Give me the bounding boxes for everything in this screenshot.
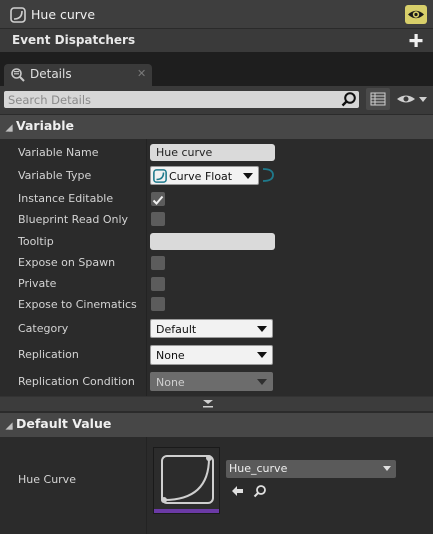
variable-type-dropdown[interactable]: Curve Float	[150, 166, 259, 185]
find-icon[interactable]	[253, 484, 267, 498]
section-default-value-header[interactable]: Default Value	[0, 413, 433, 437]
category-value: Default	[156, 323, 197, 336]
event-dispatchers-label: Event Dispatchers	[12, 33, 136, 47]
expose-to-cinematics-checkbox[interactable]	[151, 297, 165, 311]
column-divider	[146, 437, 147, 534]
variable-name-field[interactable]: Hue curve	[150, 144, 275, 161]
close-icon[interactable]: ✕	[137, 67, 146, 80]
replication-condition-value: None	[156, 376, 185, 389]
eye-icon	[408, 10, 424, 19]
collapse-arrow-icon	[5, 422, 13, 430]
curve-thumbnail-icon	[161, 455, 214, 504]
search-bar	[0, 86, 433, 114]
property-matrix-button[interactable]	[366, 88, 390, 110]
expose-on-spawn-checkbox[interactable]	[151, 256, 165, 270]
expose-to-cinematics-label: Expose to Cinematics	[18, 298, 137, 311]
variable-name-label: Hue curve	[31, 7, 96, 22]
curve-float-icon	[153, 169, 167, 183]
chevron-down-icon	[257, 326, 267, 332]
chevron-down-icon	[257, 352, 267, 358]
section-variable-header[interactable]: Variable	[0, 115, 433, 139]
variable-type-value: Curve Float	[169, 170, 233, 183]
add-event-dispatcher-button[interactable]	[405, 30, 427, 51]
variable-name-label: Variable Name	[18, 146, 99, 159]
private-checkbox[interactable]	[151, 277, 165, 291]
replication-label: Replication	[18, 348, 79, 361]
collapse-arrow-icon	[5, 124, 13, 132]
blueprint-read-only-checkbox[interactable]	[151, 212, 165, 226]
checkmark-icon	[152, 195, 164, 205]
asset-picker-value: Hue_curve	[229, 462, 288, 475]
asset-thumbnail[interactable]	[153, 447, 220, 514]
view-options-eye-icon[interactable]	[396, 93, 428, 105]
section-default-value-title: Default Value	[16, 416, 112, 431]
asset-type-band	[154, 509, 219, 513]
chevron-down-icon	[243, 173, 253, 179]
advanced-expander[interactable]	[0, 396, 433, 411]
section-variable-title: Variable	[16, 118, 75, 133]
expand-arrow-icon	[203, 400, 213, 408]
browse-arrow-icon[interactable]	[231, 485, 244, 497]
view-options-icon	[370, 92, 386, 106]
visibility-toggle-button[interactable]	[405, 5, 427, 24]
container-type-icon[interactable]	[261, 167, 275, 183]
asset-picker-dropdown[interactable]: Hue_curve	[226, 460, 396, 478]
search-icon[interactable]	[340, 91, 359, 108]
variable-header-row[interactable]: Hue curve	[0, 0, 433, 29]
tab-details-label: Details	[30, 67, 72, 81]
replication-value: None	[156, 349, 185, 362]
tooltip-field[interactable]	[150, 233, 275, 250]
curve-float-icon	[10, 7, 26, 23]
column-divider	[146, 139, 147, 396]
blueprint-read-only-label: Blueprint Read Only	[18, 213, 129, 226]
chevron-down-icon	[383, 466, 391, 471]
replication-condition-dropdown[interactable]: None	[150, 372, 273, 391]
category-label: Category	[18, 322, 69, 335]
tooltip-label: Tooltip	[18, 235, 54, 248]
replication-dropdown[interactable]: None	[150, 345, 273, 365]
details-icon	[11, 68, 25, 82]
variable-type-label: Variable Type	[18, 169, 92, 182]
category-dropdown[interactable]: Default	[150, 319, 273, 338]
event-dispatchers-row[interactable]: Event Dispatchers	[0, 29, 433, 52]
tab-strip: Details ✕	[0, 52, 433, 86]
replication-condition-label: Replication Condition	[18, 375, 135, 388]
private-label: Private	[18, 277, 57, 290]
tab-details[interactable]: Details ✕	[4, 64, 152, 86]
plus-icon	[409, 34, 423, 47]
instance-editable-label: Instance Editable	[18, 192, 114, 205]
hue-curve-label: Hue Curve	[18, 473, 76, 486]
chevron-down-icon	[257, 379, 267, 385]
expose-on-spawn-label: Expose on Spawn	[18, 256, 116, 269]
search-input[interactable]	[4, 91, 359, 108]
instance-editable-checkbox[interactable]	[151, 192, 165, 206]
